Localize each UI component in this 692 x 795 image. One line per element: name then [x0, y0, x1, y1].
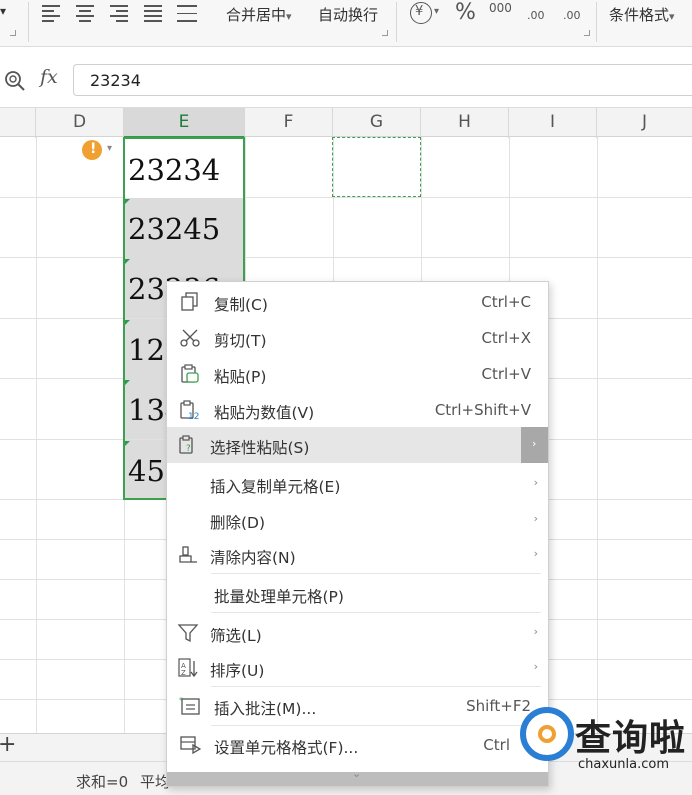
grid-line: [36, 137, 37, 733]
row-header-corner: [0, 108, 36, 138]
chevron-right-icon: ›: [533, 547, 538, 560]
menu-item-insert-copied-cells[interactable]: 插入复制单元格(E) ›: [167, 466, 548, 502]
thousands-separator-button[interactable]: 000: [489, 1, 512, 15]
grid-line: [597, 137, 598, 733]
ribbon-separator: [596, 2, 597, 42]
error-indicator: [125, 441, 130, 446]
context-menu: 复制(C) Ctrl+C 剪切(T) Ctrl+X 粘贴(P) Ctrl+V 1…: [166, 281, 549, 787]
scissors-icon: [179, 328, 201, 348]
watermark: 查询啦 chaxunla.com: [520, 703, 692, 779]
grid-line: [0, 197, 692, 198]
warning-icon[interactable]: !: [82, 140, 102, 160]
copy-icon: [179, 292, 201, 312]
watermark-domain: chaxunla.com: [578, 757, 669, 772]
error-indicator: [125, 259, 130, 264]
menu-more-bar[interactable]: ⌄: [167, 767, 548, 786]
increase-decimal-button[interactable]: .00: [527, 9, 545, 22]
filter-icon: [177, 623, 199, 643]
group-launcher-icon[interactable]: [584, 30, 590, 36]
chevron-right-icon: ›: [533, 476, 538, 489]
menu-item-sort[interactable]: AZ 排序(U) ›: [167, 650, 548, 686]
chevron-right-icon: ›: [533, 660, 538, 673]
error-indicator: [125, 320, 130, 325]
column-header-f[interactable]: F: [245, 108, 333, 138]
ribbon-toolbar: ▾ 合并居中▾ 自动换行 ¥ ▾ % 000 .00 .00 条件格式▾: [0, 0, 692, 47]
column-header-j[interactable]: J: [597, 108, 692, 138]
svg-text:12: 12: [188, 412, 199, 420]
cell-e2[interactable]: 23245: [124, 198, 244, 258]
zoom-lookup-icon[interactable]: [4, 70, 26, 92]
watermark-brand: 查询啦: [575, 718, 687, 759]
error-indicator: [125, 199, 130, 204]
auto-wrap-button[interactable]: 自动换行: [318, 4, 378, 25]
menu-item-filter[interactable]: 筛选(L) ›: [167, 615, 548, 651]
menu-item-paste-values[interactable]: 12 粘贴为数值(V) Ctrl+Shift+V: [167, 392, 548, 428]
currency-icon[interactable]: ¥: [410, 2, 432, 24]
column-header-d[interactable]: D: [36, 108, 124, 138]
copy-marquee: [332, 137, 421, 197]
menu-item-format-cells[interactable]: 设置单元格格式(F)... Ctrl: [167, 727, 548, 763]
percent-button[interactable]: %: [455, 0, 476, 25]
watermark-logo-icon: [520, 707, 574, 761]
menu-separator: [211, 612, 541, 613]
group-launcher-icon[interactable]: [10, 30, 16, 36]
align-right-icon[interactable]: [110, 3, 130, 22]
column-header-e[interactable]: E: [124, 108, 245, 138]
sum-readout[interactable]: 求和=0: [76, 771, 128, 792]
merge-center-button[interactable]: 合并居中▾: [226, 4, 292, 25]
chevron-right-icon: ›: [533, 625, 538, 638]
menu-separator: [211, 686, 541, 687]
distributed-align-icon[interactable]: [177, 3, 197, 22]
cell-e1[interactable]: 23234: [124, 139, 244, 199]
ribbon-separator: [28, 2, 29, 42]
group-launcher-icon[interactable]: [382, 30, 388, 36]
menu-item-cut[interactable]: 剪切(T) Ctrl+X: [167, 320, 548, 356]
dropdown-arrow: ▾: [286, 10, 292, 23]
submenu-expand-button[interactable]: ›: [521, 427, 548, 463]
menu-item-paste[interactable]: 粘贴(P) Ctrl+V: [167, 356, 548, 392]
paste-values-icon: 12: [179, 400, 201, 422]
fx-label[interactable]: fx: [40, 66, 58, 88]
error-indicator: [125, 380, 130, 385]
svg-text:Z: Z: [181, 669, 186, 677]
chevron-down-icon: ⌄: [352, 767, 362, 780]
menu-separator: [211, 725, 541, 726]
align-left-icon[interactable]: [42, 3, 62, 22]
conditional-format-button[interactable]: 条件格式▾: [609, 4, 675, 25]
dropdown-arrow[interactable]: ▾: [434, 6, 439, 17]
chevron-right-icon: ›: [533, 512, 538, 525]
menu-item-clear-contents[interactable]: 清除内容(N) ›: [167, 537, 548, 573]
ribbon-separator: [396, 2, 397, 42]
dropdown-arrow[interactable]: ▾: [0, 4, 6, 18]
menu-item-copy[interactable]: 复制(C) Ctrl+C: [167, 284, 548, 320]
sort-icon: AZ: [177, 658, 199, 678]
svg-text:*: *: [179, 696, 183, 705]
menu-item-delete[interactable]: 删除(D) ›: [167, 502, 548, 538]
column-header-g[interactable]: G: [333, 108, 421, 138]
column-header-i[interactable]: I: [509, 108, 597, 138]
formula-input[interactable]: 23234: [73, 64, 692, 96]
menu-item-batch-process[interactable]: 批量处理单元格(P): [167, 576, 548, 612]
paste-special-icon: ?: [177, 435, 199, 455]
justify-icon[interactable]: [144, 3, 164, 22]
svg-text:?: ?: [186, 444, 191, 454]
column-header-row: D E F G H I J: [0, 107, 692, 138]
eraser-icon: [177, 545, 199, 565]
dropdown-arrow[interactable]: ▾: [107, 143, 112, 154]
grid-line: [0, 257, 692, 258]
comment-icon: *: [179, 696, 201, 716]
add-sheet-button[interactable]: +: [0, 732, 16, 757]
format-cells-icon: [179, 735, 202, 755]
decrease-decimal-button[interactable]: .00: [563, 9, 581, 22]
align-center-icon[interactable]: [76, 3, 96, 22]
column-header-h[interactable]: H: [421, 108, 509, 138]
menu-item-insert-comment[interactable]: * 插入批注(M)... Shift+F2: [167, 688, 548, 724]
menu-separator: [211, 573, 541, 574]
dropdown-arrow: ▾: [669, 10, 675, 23]
menu-item-paste-special[interactable]: ? 选择性粘贴(S) ›: [167, 427, 548, 463]
paste-icon: [179, 364, 201, 384]
